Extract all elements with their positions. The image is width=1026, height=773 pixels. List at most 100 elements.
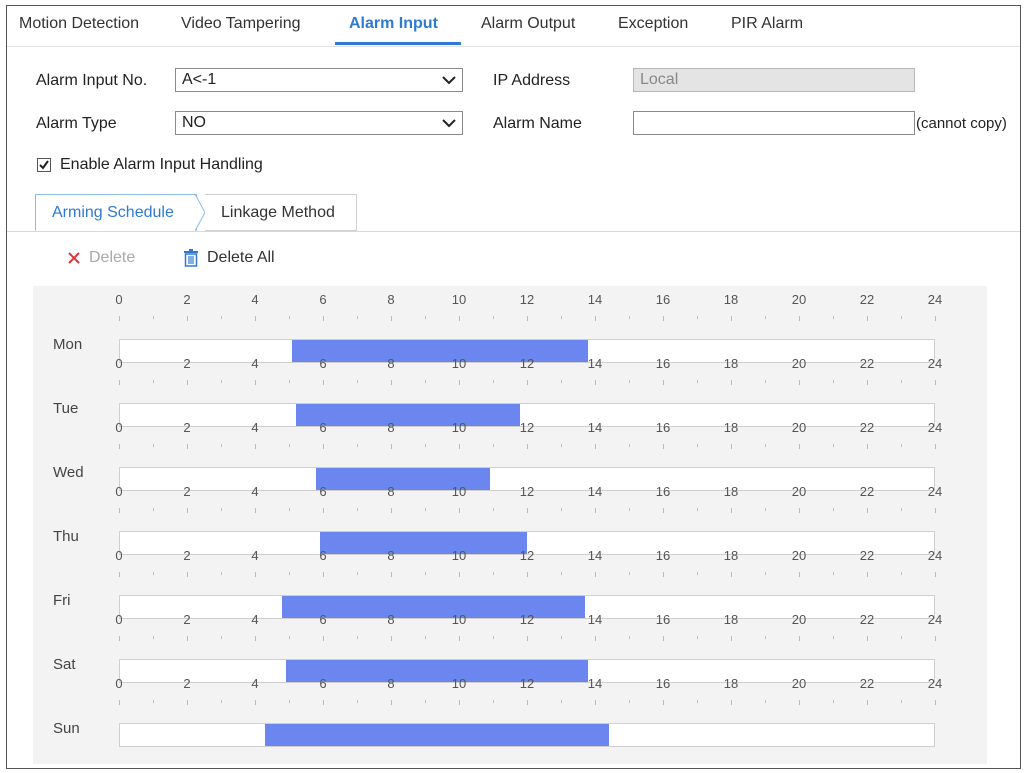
hour-tick-mark — [697, 508, 698, 511]
ip-address-field: Local — [633, 68, 915, 92]
hour-tick-label: 20 — [791, 484, 807, 499]
hour-tick-mark — [459, 444, 460, 449]
hour-tick-mark — [833, 636, 834, 639]
alarm-input-no-select[interactable]: A<-1 — [175, 68, 463, 92]
tab-pir-alarm[interactable]: PIR Alarm — [731, 15, 803, 33]
hour-tick-mark — [561, 316, 562, 319]
hour-tick-label: 16 — [655, 292, 671, 307]
delete-all-button[interactable]: Delete All — [183, 249, 275, 267]
hour-tick-label: 16 — [655, 676, 671, 691]
hour-tick-mark — [187, 316, 188, 321]
subtab-linkage-method[interactable]: Linkage Method — [205, 194, 357, 231]
hour-tick-mark — [357, 572, 358, 575]
hour-tick-mark — [833, 444, 834, 447]
subtab-arming-schedule[interactable]: Arming Schedule — [35, 194, 197, 231]
hour-tick-mark — [833, 316, 834, 319]
alarm-name-field[interactable] — [633, 111, 915, 135]
tab-motion-detection[interactable]: Motion Detection — [19, 15, 139, 33]
alarm-type-select[interactable]: NO — [175, 111, 463, 135]
hour-tick-label: 16 — [655, 484, 671, 499]
hour-tick-mark — [595, 572, 596, 577]
hour-tick-mark — [289, 572, 290, 575]
hour-tick-mark — [833, 572, 834, 575]
hour-tick-mark — [153, 700, 154, 703]
hour-tick-mark — [561, 444, 562, 447]
hour-tick-mark — [255, 572, 256, 577]
hour-tick-mark — [765, 316, 766, 319]
hour-tick-mark — [527, 444, 528, 449]
hour-tick-label: 8 — [387, 548, 395, 563]
hour-tick-label: 20 — [791, 676, 807, 691]
tab-video-tampering[interactable]: Video Tampering — [181, 15, 301, 33]
hour-tick-mark — [527, 572, 528, 577]
schedule-row-wed: 0 2 4 6 8 10 12 14 16 18 20 22 24 Wed — [33, 414, 987, 491]
tab-alarm-output[interactable]: Alarm Output — [481, 15, 575, 33]
hour-tick-mark — [357, 508, 358, 511]
hour-tick-mark — [289, 700, 290, 703]
tab-exception[interactable]: Exception — [618, 15, 688, 33]
hour-tick-mark — [867, 700, 868, 705]
hour-tick-label: 8 — [387, 356, 395, 371]
hour-tick-mark — [425, 380, 426, 383]
hour-tick-label: 18 — [723, 292, 739, 307]
hour-tick-mark — [731, 636, 732, 641]
armed-time-segment[interactable] — [265, 724, 609, 746]
hour-tick-label: 0 — [115, 292, 123, 307]
hour-tick-mark — [289, 444, 290, 447]
hour-tick-label: 8 — [387, 676, 395, 691]
hour-tick-label: 6 — [319, 548, 327, 563]
alarm-name-label: Alarm Name — [493, 115, 582, 132]
hour-tick-label: 10 — [451, 356, 467, 371]
delete-button[interactable]: Delete — [67, 249, 135, 267]
hour-tick-label: 22 — [859, 612, 875, 627]
hour-tick-label: 12 — [519, 356, 535, 371]
schedule-bar-sun[interactable] — [119, 723, 935, 747]
hour-tick-label: 14 — [587, 356, 603, 371]
ip-address-label: IP Address — [493, 72, 571, 89]
hour-tick-label: 22 — [859, 548, 875, 563]
hour-tick-mark — [153, 444, 154, 447]
hour-tick-mark — [629, 636, 630, 639]
hour-tick-mark — [697, 380, 698, 383]
hour-tick-mark — [221, 700, 222, 703]
hour-tick-label: 10 — [451, 292, 467, 307]
hour-tick-mark — [323, 316, 324, 321]
hour-tick-mark — [459, 508, 460, 513]
hour-tick-label: 20 — [791, 420, 807, 435]
hour-tick-label: 24 — [927, 420, 943, 435]
hour-tick-mark — [731, 572, 732, 577]
hour-tick-mark — [153, 636, 154, 639]
hour-tick-mark — [765, 444, 766, 447]
hour-tick-label: 0 — [115, 548, 123, 563]
hour-tick-mark — [629, 508, 630, 511]
hour-tick-mark — [425, 572, 426, 575]
hour-tick-label: 14 — [587, 548, 603, 563]
hour-tick-label: 18 — [723, 484, 739, 499]
delete-all-button-label: Delete All — [207, 249, 275, 266]
hour-tick-mark — [323, 636, 324, 641]
hour-tick-mark — [595, 508, 596, 513]
hour-tick-mark — [731, 316, 732, 321]
hour-tick-label: 6 — [319, 292, 327, 307]
hour-tick-mark — [935, 700, 936, 705]
enable-alarm-input-label: Enable Alarm Input Handling — [60, 156, 263, 173]
hour-tick-mark — [765, 508, 766, 511]
hour-tick-mark — [187, 380, 188, 385]
hour-tick-mark — [187, 508, 188, 513]
hour-tick-label: 18 — [723, 356, 739, 371]
hour-tick-mark — [935, 636, 936, 641]
hour-tick-mark — [425, 316, 426, 319]
enable-alarm-input-checkbox[interactable] — [37, 158, 51, 172]
hour-tick-label: 24 — [927, 292, 943, 307]
hour-tick-mark — [663, 508, 664, 513]
hour-tick-mark — [867, 380, 868, 385]
hour-tick-label: 2 — [183, 420, 191, 435]
hour-tick-label: 18 — [723, 548, 739, 563]
hour-tick-mark — [731, 700, 732, 705]
hour-tick-mark — [697, 316, 698, 319]
hour-tick-mark — [425, 636, 426, 639]
hour-tick-label: 0 — [115, 356, 123, 371]
tab-alarm-input[interactable]: Alarm Input — [349, 15, 438, 33]
hour-tick-mark — [187, 444, 188, 449]
hour-tick-label: 4 — [251, 356, 259, 371]
